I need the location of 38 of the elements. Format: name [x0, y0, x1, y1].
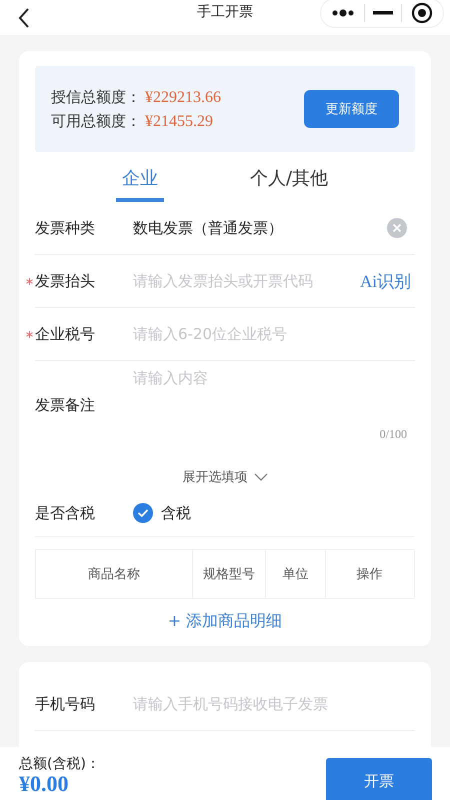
input-field[interactable]: 请输入6-20位企业税号 — [133, 325, 415, 343]
minimize-icon[interactable] — [372, 10, 393, 14]
quota-label: 可用总额度： — [51, 112, 141, 130]
checkbox[interactable] — [133, 503, 153, 523]
more-icon[interactable] — [331, 8, 356, 16]
field-label: 发票抬头 — [35, 272, 95, 290]
column-header: 商品名称 — [36, 550, 193, 598]
input-field[interactable]: 请输入手机号码接收电子发票 — [133, 695, 415, 713]
input-field[interactable]: 请输入发票抬头或开票代码 — [133, 272, 352, 290]
expand-options-button[interactable]: 展开选填项 — [182, 464, 268, 490]
total-label: 总额(含税)： — [19, 755, 100, 773]
asterisk-icon — [26, 278, 33, 284]
back-icon[interactable] — [17, 6, 31, 28]
tab[interactable]: 企业 — [116, 162, 164, 202]
field-label: 是否含税 — [35, 504, 95, 522]
field-label: 手机号码 — [35, 694, 95, 714]
invoice-type-select[interactable]: 数电发票（普通发票） — [133, 218, 387, 238]
chevron-down-icon — [254, 473, 268, 481]
total-amount: ¥0.00 — [19, 773, 70, 795]
asterisk-icon — [26, 330, 33, 338]
field-label: 发票备注 — [35, 396, 95, 415]
close-icon[interactable] — [410, 2, 433, 24]
option-label: 含税 — [161, 504, 191, 522]
ai-recognize-link[interactable]: Ai识别 — [352, 270, 415, 292]
column-header: 单位 — [266, 550, 326, 598]
column-header: 操作 — [356, 566, 384, 584]
tab[interactable]: 个人/其他 — [244, 162, 334, 202]
field-label: 企业税号 — [35, 324, 95, 344]
column-header: 规格型号 — [193, 550, 266, 598]
page-title: 手工开票 — [196, 3, 254, 21]
issue-invoice-button[interactable]: 开票 — [326, 758, 432, 800]
field-label: 发票种类 — [35, 218, 95, 238]
quota-amount: ¥21455.29 — [145, 113, 213, 130]
character-counter: 0/100 — [380, 427, 407, 442]
update-quota-button[interactable]: 更新额度 — [304, 90, 399, 128]
quota-amount: ¥229213.66 — [145, 89, 221, 106]
add-goods-link[interactable]: + 添加商品明细 — [166, 609, 284, 634]
quota-label: 授信总额度： — [51, 88, 141, 106]
